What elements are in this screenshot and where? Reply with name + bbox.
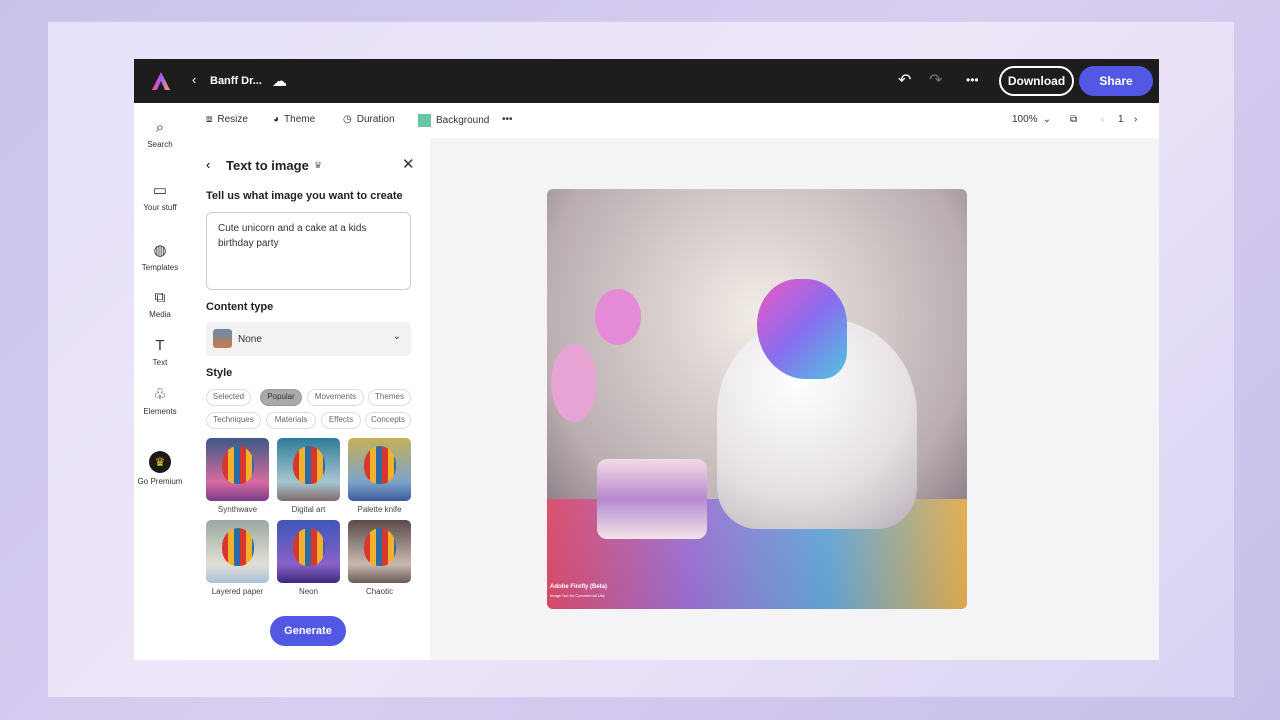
chip-selected[interactable]: Selected	[206, 389, 251, 406]
adobe-express-logo[interactable]	[150, 70, 172, 92]
generate-button[interactable]: Generate	[270, 616, 346, 646]
text-to-image-panel: ‹ Text to image ♛ ✕ Tell us what image y…	[186, 138, 430, 660]
zoom-select[interactable]: 100% ⌄	[1012, 114, 1051, 125]
resize-icon: ⧈	[206, 114, 213, 125]
style-thumb-digital-art[interactable]	[277, 438, 340, 501]
style-thumb-chaotic[interactable]	[348, 520, 411, 583]
redo-icon[interactable]: ↷	[929, 70, 942, 90]
prompt-label: Tell us what image you want to create	[206, 190, 403, 202]
rail-item-text[interactable]: T Text	[134, 337, 186, 367]
duration-button[interactable]: ◷ Duration	[343, 114, 395, 125]
content-type-label: Content type	[206, 301, 274, 313]
back-icon[interactable]: ‹	[192, 72, 196, 87]
canvas-area: Adobe Firefly (Beta) Image Not for Comme…	[430, 138, 1159, 660]
style-thumb-layered-paper[interactable]	[206, 520, 269, 583]
folder-icon: ▭	[152, 182, 168, 199]
content-type-select[interactable]: None ⌄	[206, 322, 411, 356]
left-rail: ⌕ Search ▭ Your stuff ◍ Templates ⧉ Media TT…	[134, 103, 186, 660]
chip-movements[interactable]: Movements	[307, 389, 364, 406]
chip-effects[interactable]: Effects	[321, 412, 361, 429]
rail-item-media[interactable]: ⧉ Media	[134, 289, 186, 319]
app-window: ‹ Banff Dr... ☁ ↶ ↷ ••• Download Share ⌕…	[134, 59, 1159, 660]
firefly-watermark: Adobe Firefly (Beta)	[550, 584, 608, 590]
rail-item-your-stuff[interactable]: ▭ Your stuff	[134, 181, 186, 212]
chip-materials[interactable]: Materials	[266, 412, 316, 429]
crown-icon: ♛	[149, 451, 171, 473]
chip-popular[interactable]: Popular	[260, 389, 302, 406]
chevron-down-icon: ⌄	[1042, 114, 1051, 125]
style-label: Style	[206, 367, 233, 379]
theme-button[interactable]: ◕ Theme	[273, 114, 315, 125]
next-page-icon[interactable]: ›	[1134, 114, 1137, 125]
prev-page-icon[interactable]: ‹	[1101, 114, 1104, 125]
search-icon: ⌕	[155, 119, 165, 136]
panel-back-icon[interactable]: ‹	[206, 157, 210, 172]
page-number: 1	[1118, 114, 1124, 125]
editor-toolbar: ⧈ Resize ◕ Theme ◷ Duration Background ••• …	[186, 103, 1159, 138]
more-icon[interactable]: •••	[966, 73, 979, 87]
prompt-input[interactable]: Cute unicorn and a cake at a kids birthd…	[206, 212, 411, 290]
top-bar: ‹ Banff Dr... ☁ ↶ ↷ ••• Download Share	[134, 59, 1159, 103]
media-icon: ⧉	[154, 289, 166, 306]
close-icon[interactable]: ✕	[402, 155, 415, 173]
style-thumb-synthwave[interactable]	[206, 438, 269, 501]
resize-button[interactable]: ⧈ Resize	[206, 114, 248, 125]
rail-item-templates[interactable]: ◍ Templates	[134, 241, 186, 272]
clock-icon: ◷	[343, 114, 352, 125]
panel-title: Text to image	[226, 158, 309, 173]
rail-item-go-premium[interactable]: ♛ Go Premium	[134, 451, 186, 486]
palette-icon: ◕	[273, 114, 280, 125]
content-type-thumbnail	[213, 329, 232, 348]
background-button[interactable]: Background	[418, 114, 489, 127]
undo-icon[interactable]: ↶	[898, 70, 911, 90]
chevron-down-icon: ⌄	[392, 331, 401, 342]
elements-icon: ♧	[153, 386, 167, 403]
generated-image[interactable]: Adobe Firefly (Beta) Image Not for Comme…	[547, 189, 967, 609]
share-button[interactable]: Share	[1079, 66, 1153, 96]
cloud-icon[interactable]: ☁	[272, 72, 287, 90]
premium-crown-icon: ♛	[314, 160, 323, 170]
chip-concepts[interactable]: Concepts	[365, 412, 411, 429]
background-swatch	[418, 114, 431, 127]
text-icon: T	[155, 337, 165, 354]
chip-themes[interactable]: Themes	[368, 389, 411, 406]
rail-item-elements[interactable]: ♧ Elements	[134, 385, 186, 416]
more-tools-icon[interactable]: •••	[502, 114, 513, 125]
templates-icon: ◍	[153, 242, 167, 259]
rail-item-search[interactable]: ⌕ Search	[134, 119, 186, 149]
chip-techniques[interactable]: Techniques	[206, 412, 261, 429]
download-button[interactable]: Download	[999, 66, 1074, 96]
project-title[interactable]: Banff Dr...	[210, 75, 262, 87]
style-thumb-palette-knife[interactable]	[348, 438, 411, 501]
pages-icon[interactable]: ⧉	[1070, 114, 1077, 125]
style-thumb-neon[interactable]	[277, 520, 340, 583]
